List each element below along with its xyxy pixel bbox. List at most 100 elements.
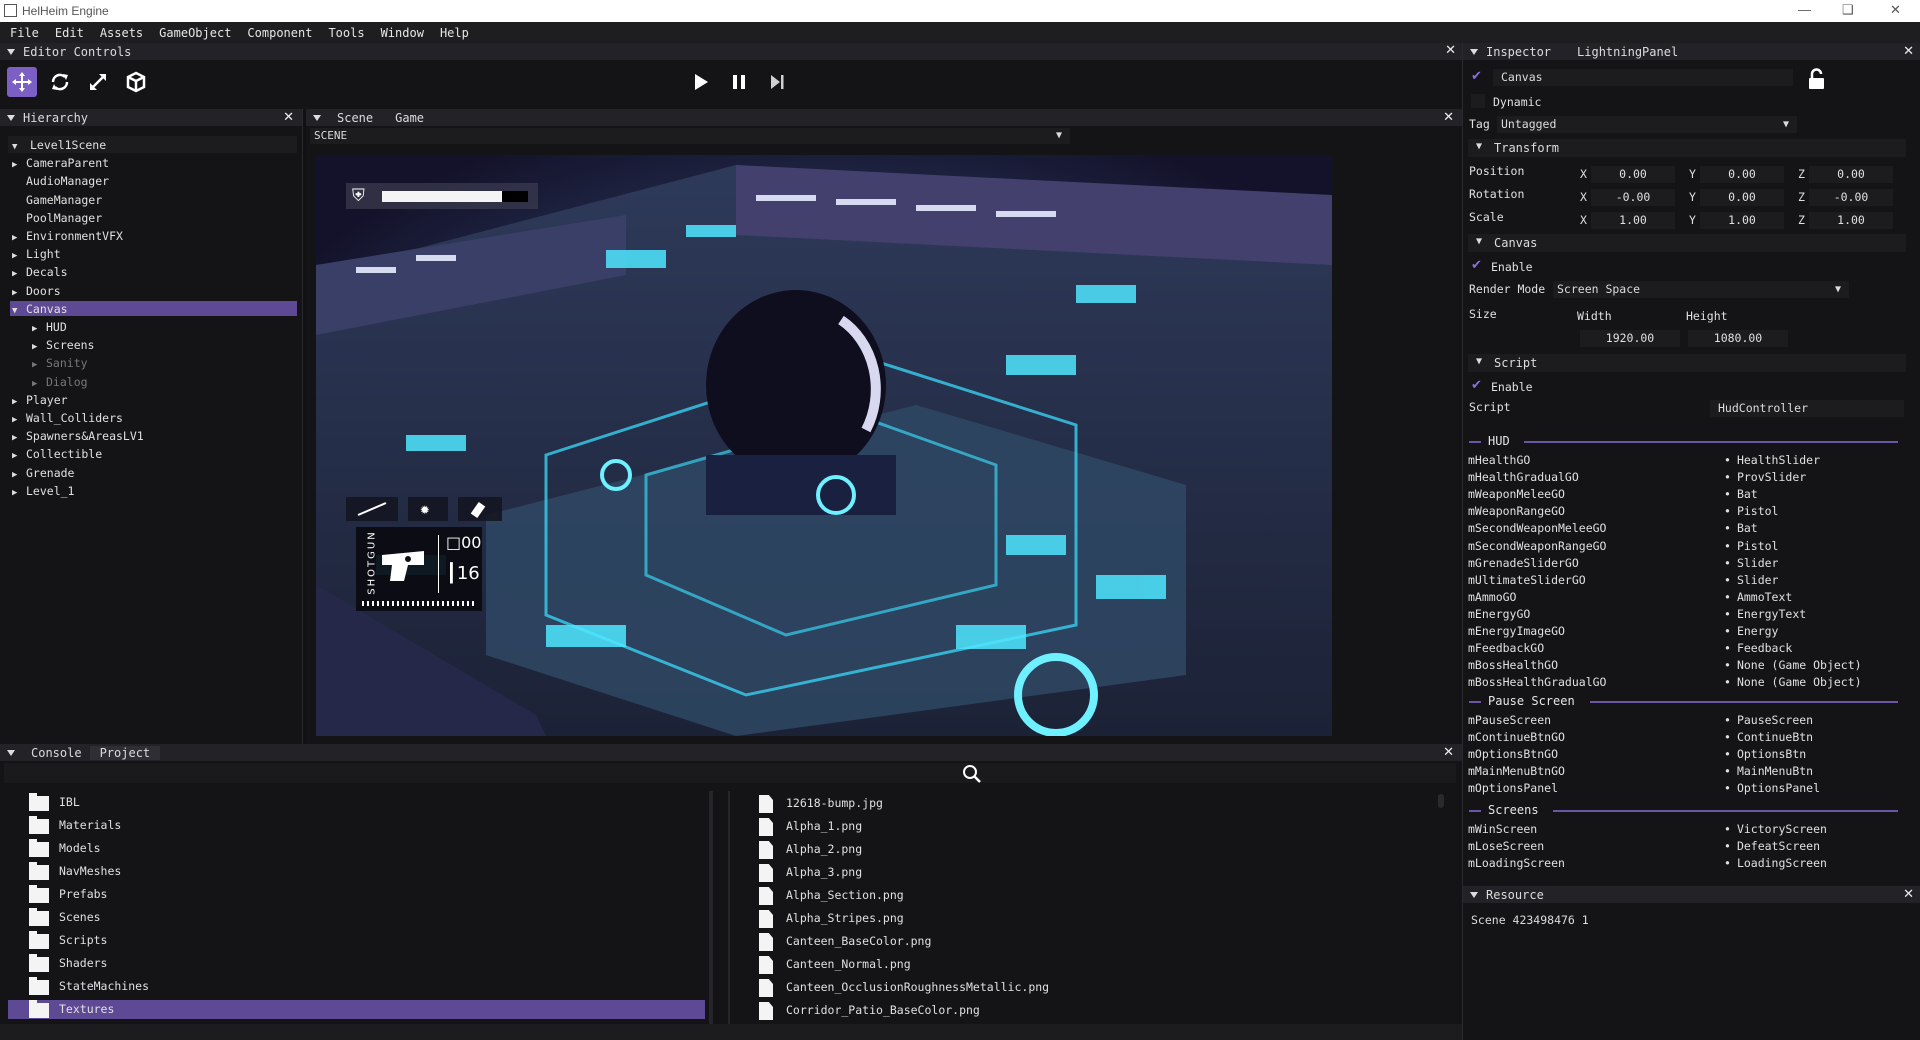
file-item[interactable]: 12618-bump.jpg: [786, 796, 883, 810]
hierarchy-item[interactable]: ▶ HUD: [32, 320, 67, 338]
tab-project[interactable]: Project: [89, 745, 161, 760]
close-inspector-icon[interactable]: ✕: [1903, 44, 1914, 59]
rotate-tool-button[interactable]: [45, 67, 75, 97]
scale-tool-button[interactable]: [83, 67, 113, 97]
collapse-arrow-icon[interactable]: [1470, 48, 1478, 55]
file-item[interactable]: Alpha_2.png: [786, 842, 862, 856]
file-item[interactable]: Alpha_3.png: [786, 865, 862, 879]
menu-gameobject[interactable]: GameObject: [159, 26, 231, 40]
hierarchy-item[interactable]: ▶ Doors: [12, 284, 61, 302]
file-scrollbar[interactable]: [1438, 794, 1444, 808]
script-field[interactable]: HudController: [1710, 400, 1904, 417]
folder-item[interactable]: Scenes: [59, 910, 101, 924]
hierarchy-item[interactable]: ▶ Level_1: [12, 484, 74, 502]
tab-game[interactable]: Game: [381, 111, 438, 125]
reference-field-value[interactable]: ProvSlider: [1724, 470, 1806, 484]
file-item[interactable]: Alpha_Stripes.png: [786, 911, 904, 925]
transform-y-field[interactable]: 0.00: [1700, 189, 1784, 206]
hierarchy-item[interactable]: PoolManager: [12, 211, 102, 229]
script-section-header[interactable]: ▼ Script: [1468, 354, 1906, 372]
hierarchy-item[interactable]: ▶ Screens: [32, 338, 94, 356]
dynamic-checkbox[interactable]: [1471, 94, 1485, 108]
folder-item[interactable]: NavMeshes: [59, 864, 121, 878]
reference-field-value[interactable]: Bat: [1724, 521, 1758, 535]
move-tool-button[interactable]: [7, 67, 37, 97]
reference-field-value[interactable]: AmmoText: [1724, 590, 1792, 604]
expanded-arrow-icon[interactable]: ▼: [12, 306, 24, 316]
transform-z-field[interactable]: -0.00: [1809, 189, 1893, 206]
file-item[interactable]: Canteen_OcclusionRoughnessMetallic.png: [786, 980, 1049, 994]
folder-item[interactable]: Textures: [59, 1002, 114, 1016]
reference-field-value[interactable]: HealthSlider: [1724, 453, 1820, 467]
reference-field-value[interactable]: Pistol: [1724, 504, 1779, 518]
reference-field-value[interactable]: LoadingScreen: [1724, 856, 1827, 870]
reference-field-value[interactable]: VictoryScreen: [1724, 822, 1827, 836]
close-scene-icon[interactable]: ✕: [1443, 110, 1454, 125]
file-item[interactable]: Canteen_Normal.png: [786, 957, 911, 971]
menu-window[interactable]: Window: [381, 26, 424, 40]
collapsed-arrow-icon[interactable]: ▶: [32, 379, 44, 389]
reference-field-value[interactable]: DefeatScreen: [1724, 839, 1820, 853]
close-window-icon[interactable]: ✕: [1890, 2, 1901, 18]
hierarchy-item[interactable]: GameManager: [12, 193, 102, 211]
reference-field-value[interactable]: Slider: [1724, 573, 1779, 587]
transform-x-field[interactable]: -0.00: [1591, 189, 1675, 206]
close-project-icon[interactable]: ✕: [1443, 745, 1454, 760]
reference-field-value[interactable]: MainMenuBtn: [1724, 764, 1813, 778]
reference-field-value[interactable]: EnergyText: [1724, 607, 1806, 621]
collapsed-arrow-icon[interactable]: ▶: [12, 233, 24, 243]
canvas-enable-checkbox[interactable]: ✔: [1471, 258, 1482, 273]
folder-scrollbar[interactable]: [709, 791, 713, 1024]
transform-y-field[interactable]: 1.00: [1700, 212, 1784, 229]
canvas-height-field[interactable]: 1080.00: [1688, 330, 1788, 347]
collapsed-arrow-icon[interactable]: ▶: [32, 342, 44, 352]
collapse-arrow-icon[interactable]: [7, 48, 15, 55]
lock-icon[interactable]: [1806, 68, 1828, 90]
transform-x-field[interactable]: 1.00: [1591, 212, 1675, 229]
close-resource-icon[interactable]: ✕: [1903, 887, 1914, 902]
render-mode-dropdown[interactable]: Screen Space ▼: [1553, 281, 1849, 298]
hierarchy-item[interactable]: ▶ Player: [12, 393, 68, 411]
close-editor-controls-icon[interactable]: ✕: [1445, 43, 1456, 58]
collapsed-arrow-icon[interactable]: ▶: [12, 288, 24, 298]
reference-field-value[interactable]: Feedback: [1724, 641, 1792, 655]
file-item[interactable]: Alpha_1.png: [786, 819, 862, 833]
expanded-arrow-icon[interactable]: ▼: [12, 142, 24, 152]
file-item[interactable]: Corridor_Patio_BaseColor.png: [786, 1003, 980, 1017]
canvas-width-field[interactable]: 1920.00: [1580, 330, 1680, 347]
reference-field-value[interactable]: Bat: [1724, 487, 1758, 501]
transform-y-field[interactable]: 0.00: [1700, 166, 1784, 183]
collapsed-arrow-icon[interactable]: ▶: [12, 433, 24, 443]
restore-icon[interactable]: ❑: [1842, 2, 1854, 18]
hierarchy-item[interactable]: ▶ Light: [12, 247, 61, 265]
search-icon[interactable]: [962, 764, 982, 784]
reference-field-value[interactable]: PauseScreen: [1724, 713, 1813, 727]
folder-item[interactable]: Prefabs: [59, 887, 107, 901]
reference-field-value[interactable]: None (Game Object): [1724, 675, 1862, 689]
collapsed-arrow-icon[interactable]: ▶: [32, 360, 44, 370]
reference-field-value[interactable]: Energy: [1724, 624, 1779, 638]
hierarchy-item[interactable]: ▶ EnvironmentVFX: [12, 229, 123, 247]
collapsed-arrow-icon[interactable]: ▶: [12, 269, 24, 279]
pause-button[interactable]: [724, 67, 754, 97]
project-search-bar[interactable]: [4, 763, 1456, 783]
transform-z-field[interactable]: 0.00: [1809, 166, 1893, 183]
reference-field-value[interactable]: None (Game Object): [1724, 658, 1862, 672]
menu-assets[interactable]: Assets: [100, 26, 143, 40]
folder-item[interactable]: IBL: [59, 795, 80, 809]
hierarchy-item[interactable]: ▶ Spawners&AreasLV1: [12, 429, 144, 447]
object-tool-button[interactable]: [121, 67, 151, 97]
close-hierarchy-icon[interactable]: ✕: [283, 110, 294, 125]
transform-section-header[interactable]: ▼ Transform: [1468, 139, 1906, 157]
collapse-arrow-icon[interactable]: [313, 114, 321, 121]
menu-edit[interactable]: Edit: [55, 26, 84, 40]
object-name-field[interactable]: Canvas: [1493, 69, 1793, 86]
transform-z-field[interactable]: 1.00: [1809, 212, 1893, 229]
collapsed-arrow-icon[interactable]: ▶: [12, 415, 24, 425]
collapsed-arrow-icon[interactable]: ▶: [32, 324, 44, 334]
folder-item[interactable]: Models: [59, 841, 101, 855]
active-checkbox[interactable]: ✔: [1471, 69, 1482, 84]
hierarchy-item[interactable]: ▶ Collectible: [12, 447, 102, 465]
reference-field-value[interactable]: ContinueBtn: [1724, 730, 1813, 744]
collapse-arrow-icon[interactable]: [1470, 891, 1478, 898]
